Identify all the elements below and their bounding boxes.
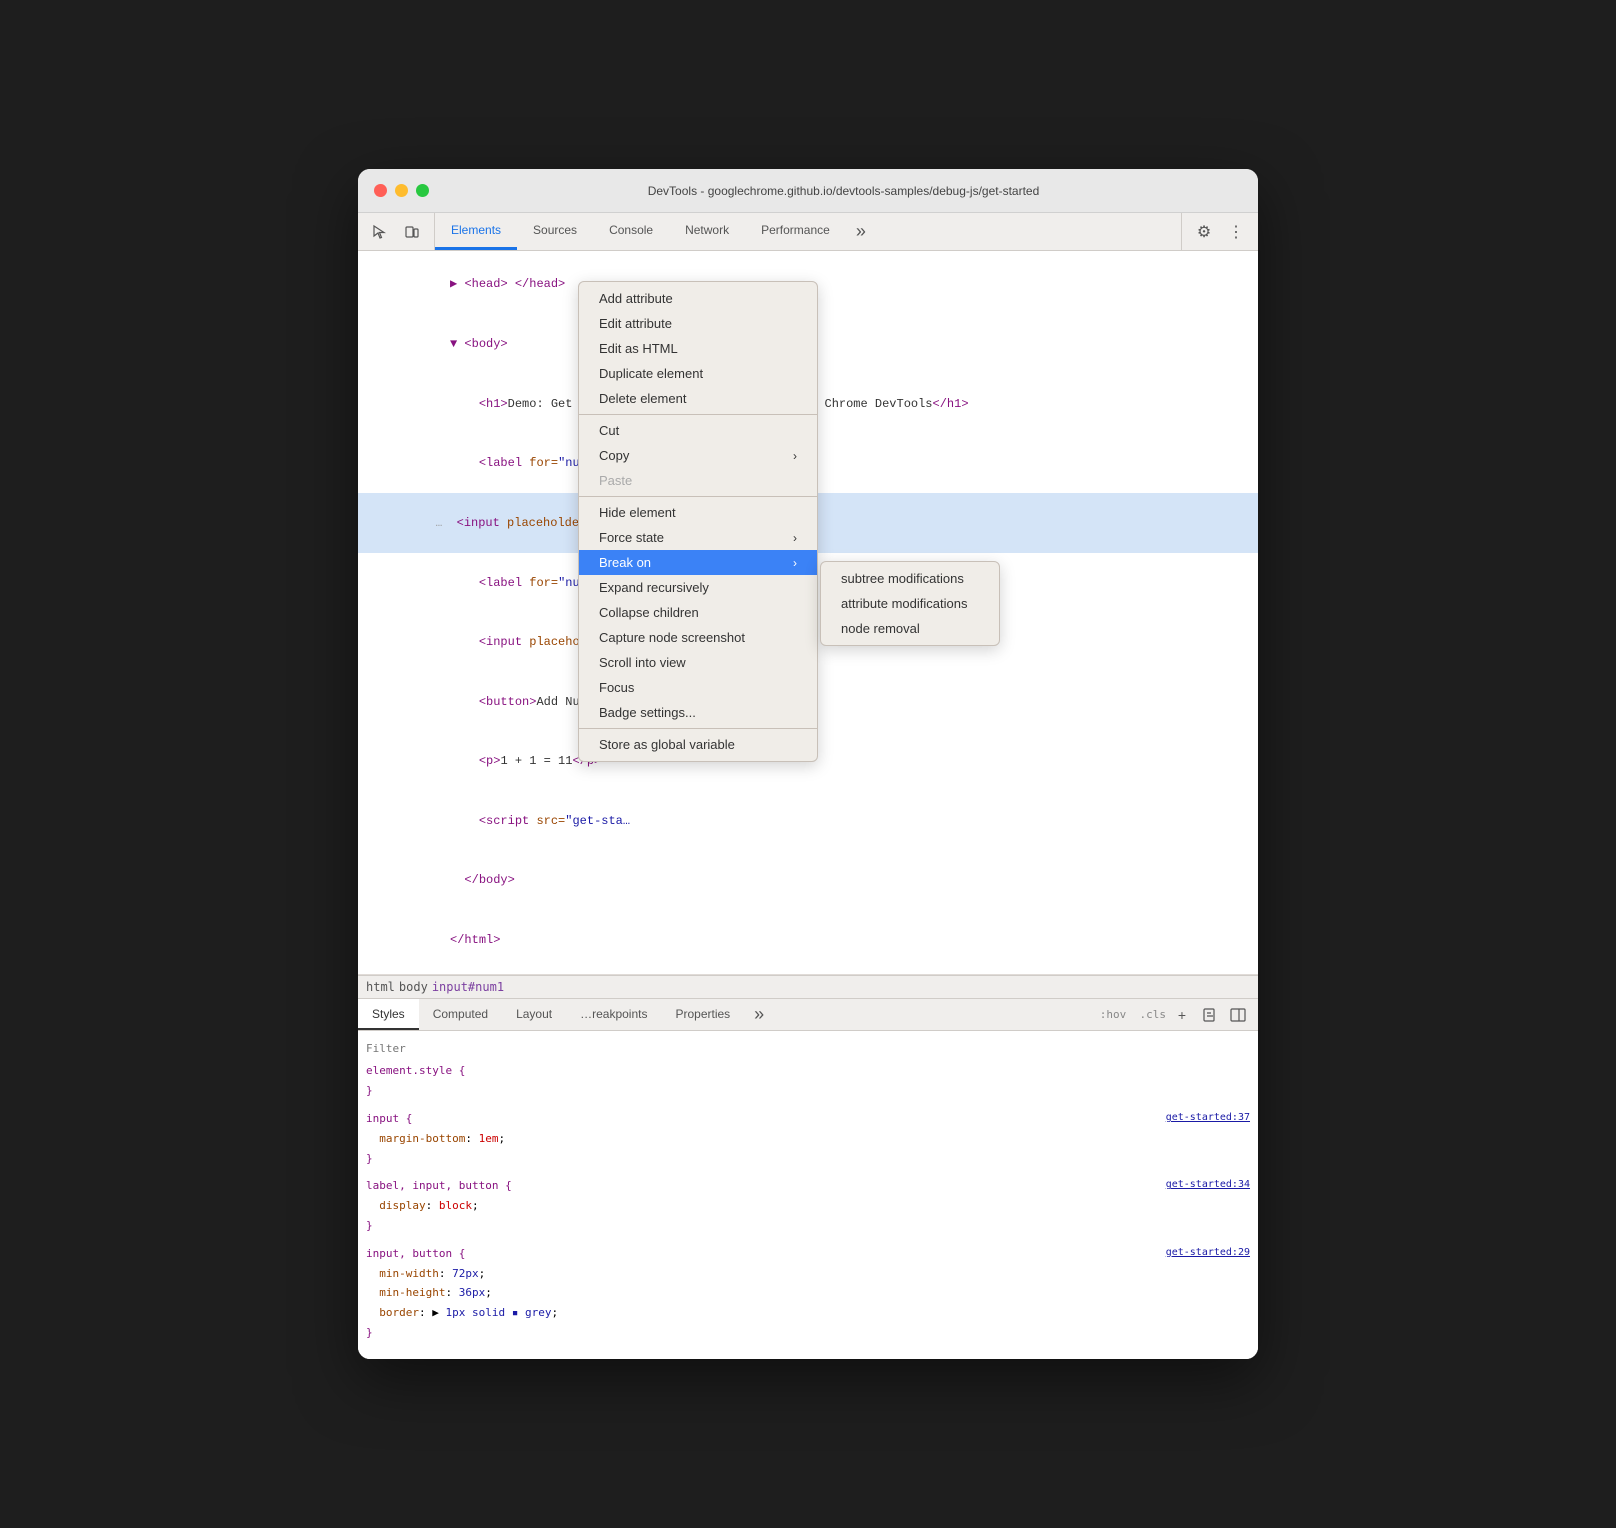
ctx-badge-settings[interactable]: Badge settings... [579, 700, 817, 725]
separator [579, 496, 817, 497]
dom-tag: <label [479, 456, 522, 470]
dom-line: <script src="get-sta… [358, 792, 1258, 852]
toolbar-icon-group [358, 213, 435, 250]
lower-panel: Styles Computed Layout …reakpoints Prope… [358, 999, 1258, 1358]
separator [579, 414, 817, 415]
breadcrumb: html body input#num1 [358, 975, 1258, 999]
ctx-copy[interactable]: Copy › [579, 443, 817, 468]
minimize-button[interactable] [395, 184, 408, 197]
ctx-break-on[interactable]: Break on › [579, 550, 817, 575]
breadcrumb-html[interactable]: html [366, 980, 395, 994]
more-tabs-button[interactable]: » [846, 213, 876, 250]
lower-panel-tabs: Styles Computed Layout …reakpoints Prope… [358, 999, 1258, 1031]
submenu-subtree-modifications[interactable]: subtree modifications [821, 566, 999, 591]
break-on-submenu: subtree modifications attribute modifica… [820, 561, 1000, 646]
tab-styles[interactable]: Styles [358, 999, 419, 1030]
style-filter-input[interactable] [366, 1040, 1250, 1057]
styles-actions: :hov .cls + [1092, 999, 1258, 1030]
separator [579, 728, 817, 729]
select-element-icon[interactable] [366, 218, 394, 246]
style-source-link[interactable]: get-started:29 [1166, 1244, 1250, 1262]
toolbar-right-icons: ⚙ ⋮ [1181, 213, 1258, 250]
dom-tag: ▶ <head> </head> [450, 277, 565, 291]
styles-panel: element.style { } input { get-started:37… [358, 1031, 1258, 1358]
copy-arrow-icon: › [793, 449, 797, 463]
maximize-button[interactable] [416, 184, 429, 197]
ctx-force-state[interactable]: Force state › [579, 525, 817, 550]
tab-performance[interactable]: Performance [745, 213, 846, 250]
dom-tag: <h1> [479, 397, 508, 411]
devtools-main: ▶ <head> </head> ▼ <body> <h1>Demo: Get … [358, 251, 1258, 1359]
tab-layout[interactable]: Layout [502, 999, 566, 1030]
style-source-link[interactable]: get-started:34 [1166, 1176, 1250, 1194]
more-lower-tabs[interactable]: » [744, 999, 774, 1030]
tab-breakpoints[interactable]: …reakpoints [566, 999, 661, 1030]
submenu-node-removal[interactable]: node removal [821, 616, 999, 641]
ctx-scroll-into-view[interactable]: Scroll into view [579, 650, 817, 675]
ctx-capture-screenshot[interactable]: Capture node screenshot [579, 625, 817, 650]
close-button[interactable] [374, 184, 387, 197]
ctx-store-global-variable[interactable]: Store as global variable [579, 732, 817, 757]
ctx-hide-element[interactable]: Hide element [579, 500, 817, 525]
breadcrumb-body[interactable]: body [399, 980, 428, 994]
ctx-cut[interactable]: Cut [579, 418, 817, 443]
devtools-window: DevTools - googlechrome.github.io/devtoo… [358, 169, 1258, 1359]
settings-icon[interactable]: ⚙ [1190, 218, 1218, 246]
devtools-toolbar: Elements Sources Console Network Perform… [358, 213, 1258, 251]
tab-network[interactable]: Network [669, 213, 745, 250]
style-rule-label-input-button: label, input, button { get-started:34 di… [366, 1176, 1250, 1235]
ctx-edit-as-html[interactable]: Edit as HTML [579, 336, 817, 361]
dom-tag: ▼ <body> [450, 337, 508, 351]
style-rule-element: element.style { } [366, 1061, 1250, 1101]
style-rule-input-button: input, button { get-started:29 min-width… [366, 1244, 1250, 1343]
style-source-link[interactable]: get-started:37 [1166, 1109, 1250, 1127]
submenu-attribute-modifications[interactable]: attribute modifications [821, 591, 999, 616]
tab-properties[interactable]: Properties [661, 999, 744, 1030]
window-controls [374, 184, 429, 197]
ctx-delete-element[interactable]: Delete element [579, 386, 817, 411]
tab-elements[interactable]: Elements [435, 213, 517, 250]
tab-sources[interactable]: Sources [517, 213, 593, 250]
titlebar: DevTools - googlechrome.github.io/devtoo… [358, 169, 1258, 213]
ctx-focus[interactable]: Focus [579, 675, 817, 700]
window-title: DevTools - googlechrome.github.io/devtoo… [445, 184, 1242, 198]
breadcrumb-input[interactable]: input#num1 [432, 980, 504, 994]
add-style-rule-icon[interactable]: + [1170, 1003, 1194, 1027]
toolbar-tabs: Elements Sources Console Network Perform… [435, 213, 1181, 250]
context-menu-wrapper: Add attribute Edit attribute Edit as HTM… [578, 281, 1000, 762]
ctx-add-attribute[interactable]: Add attribute [579, 286, 817, 311]
ctx-duplicate-element[interactable]: Duplicate element [579, 361, 817, 386]
ctx-paste[interactable]: Paste [579, 468, 817, 493]
dom-line: </body> [358, 851, 1258, 911]
new-stylesheet-icon[interactable] [1198, 1003, 1222, 1027]
ctx-edit-attribute[interactable]: Edit attribute [579, 311, 817, 336]
break-on-arrow-icon: › [793, 556, 797, 570]
toggle-sidebar-icon[interactable] [1226, 1003, 1250, 1027]
dom-line: </html> [358, 911, 1258, 971]
tab-console[interactable]: Console [593, 213, 669, 250]
force-state-arrow-icon: › [793, 531, 797, 545]
tab-computed[interactable]: Computed [419, 999, 502, 1030]
more-options-icon[interactable]: ⋮ [1222, 218, 1250, 246]
device-toolbar-icon[interactable] [398, 218, 426, 246]
ctx-expand-recursively[interactable]: Expand recursively [579, 575, 817, 600]
ctx-collapse-children[interactable]: Collapse children [579, 600, 817, 625]
context-menu: Add attribute Edit attribute Edit as HTM… [578, 281, 818, 762]
style-rule-input: input { get-started:37 margin-bottom: 1e… [366, 1109, 1250, 1168]
